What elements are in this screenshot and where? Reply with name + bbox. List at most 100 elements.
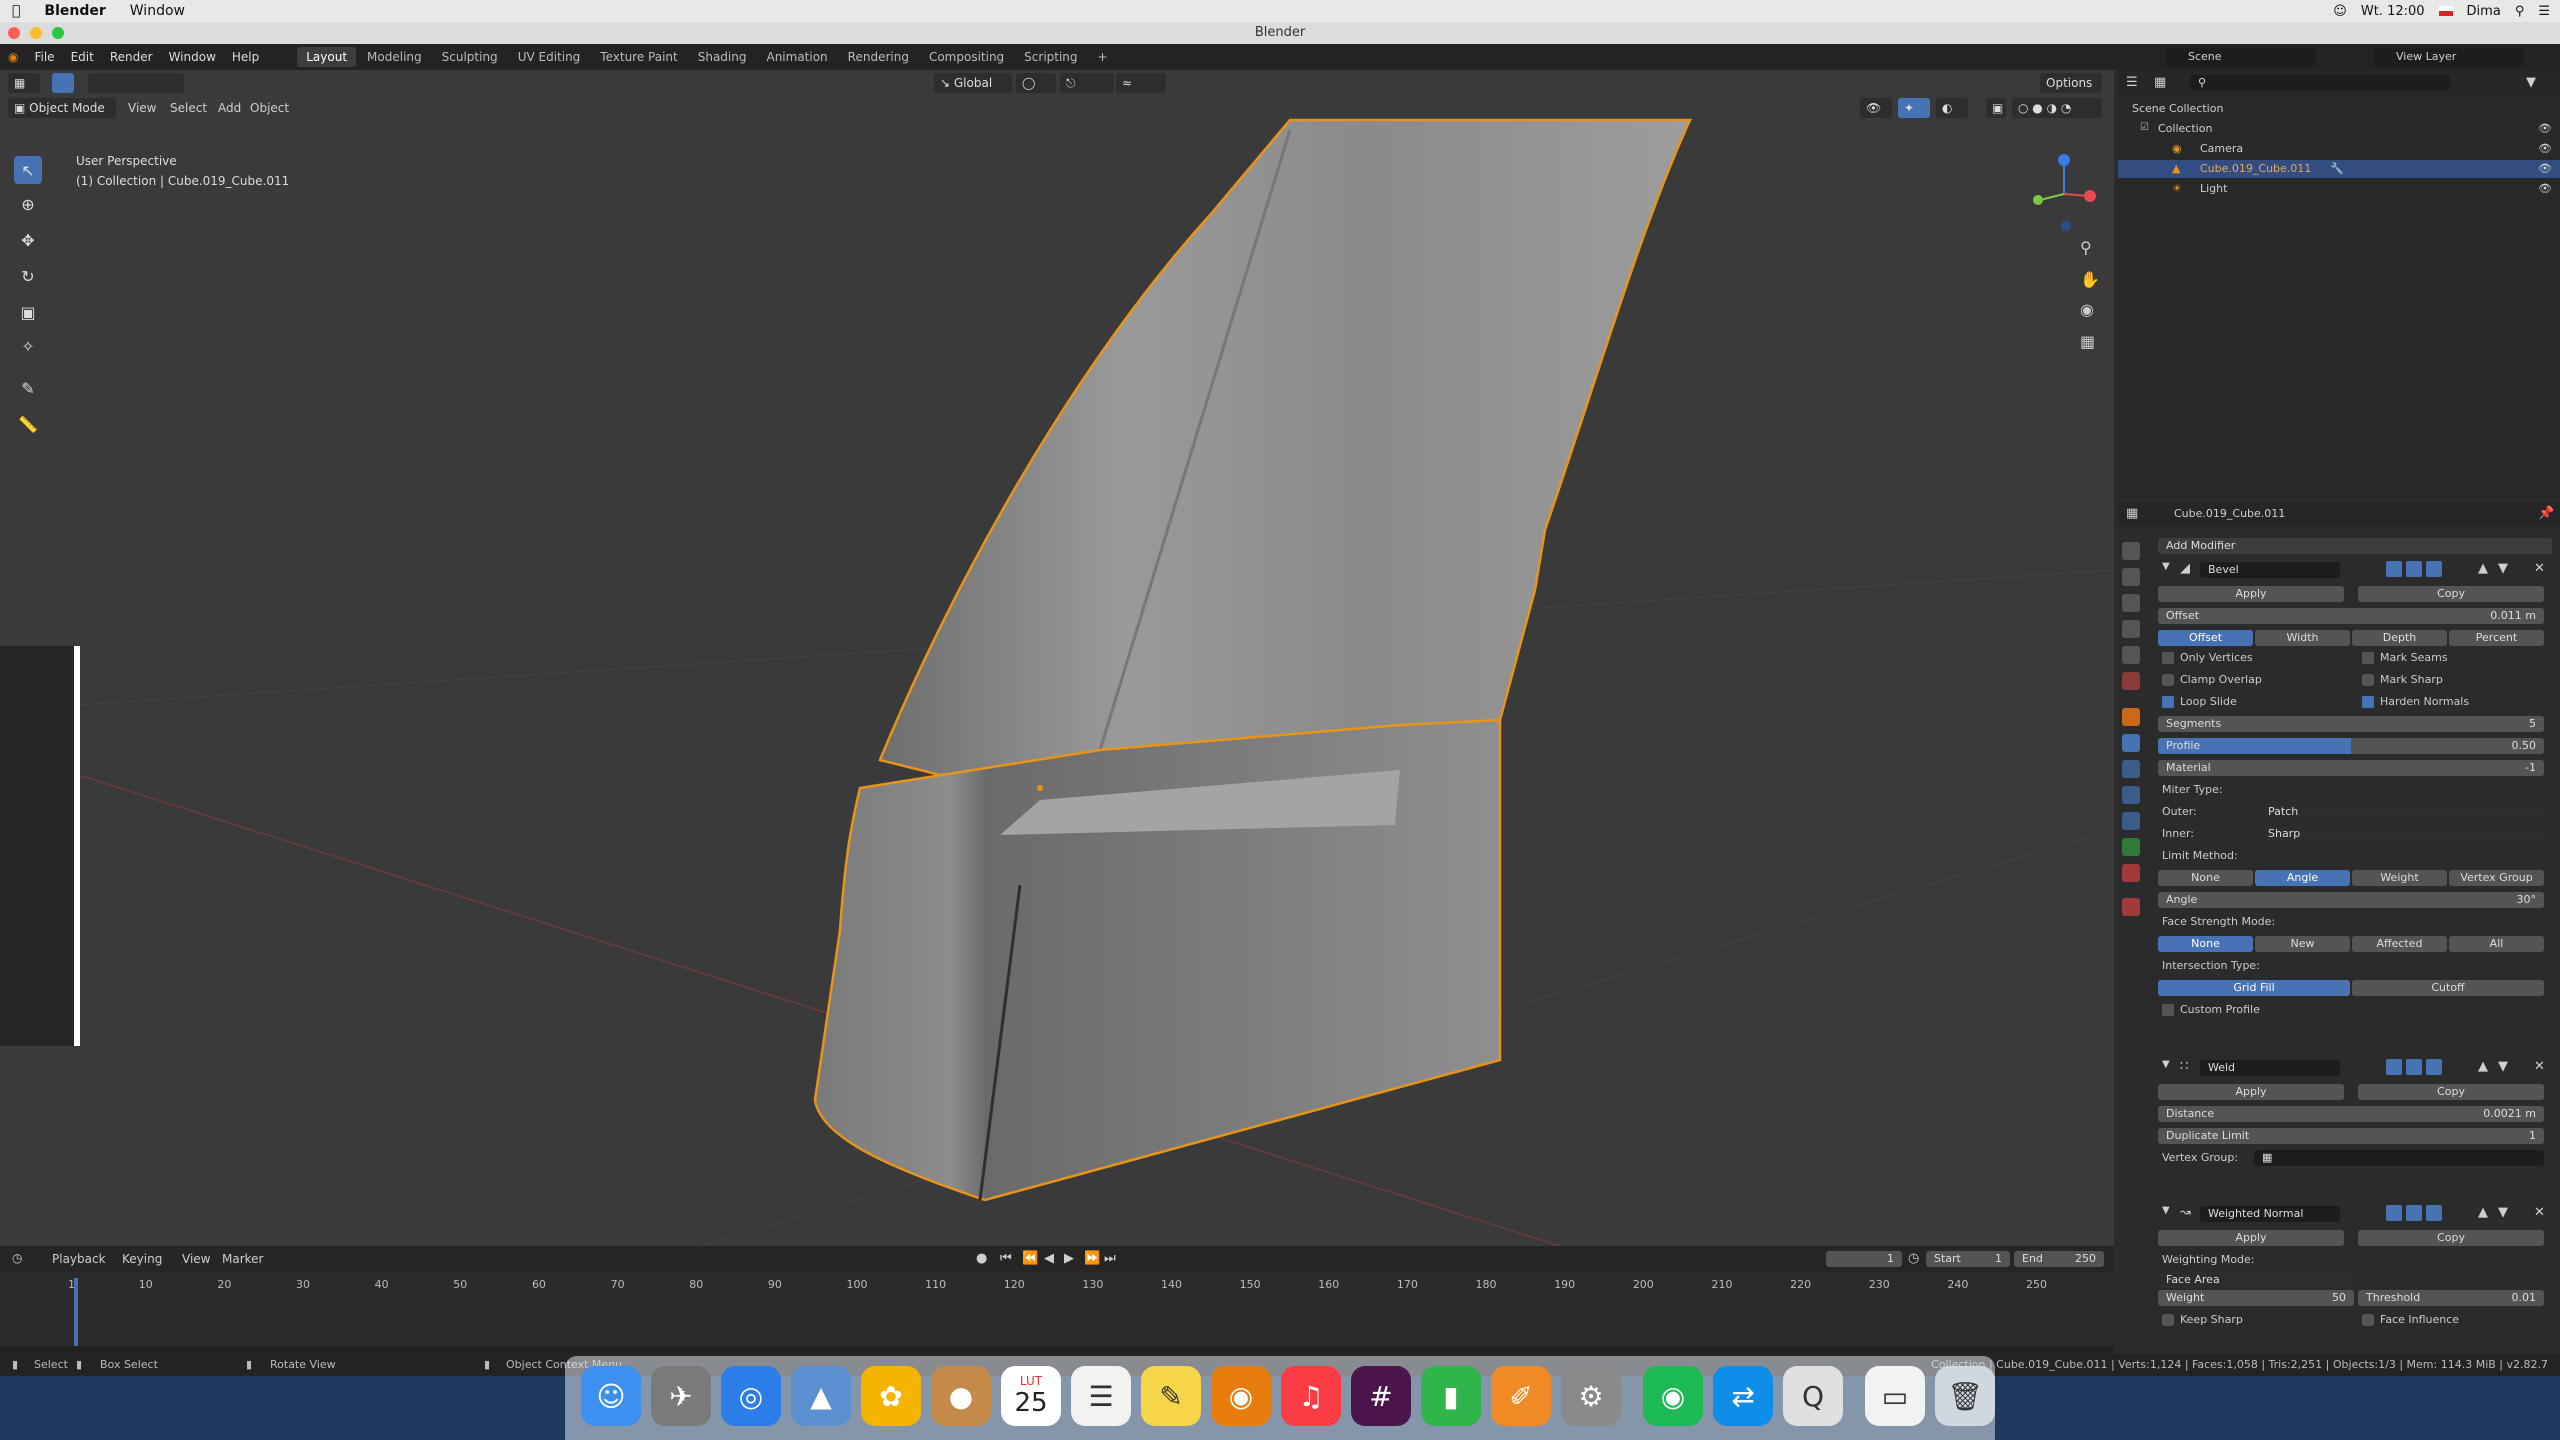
- trash-icon[interactable]: 🗑: [1935, 1366, 1995, 1426]
- menu-object[interactable]: Object: [250, 101, 289, 115]
- gizmo-toggle[interactable]: ✦: [1898, 98, 1930, 118]
- move-up-icon[interactable]: ▲: [2478, 561, 2488, 576]
- notes-icon[interactable]: ✎: [1141, 1366, 1201, 1426]
- clock-icon[interactable]: ◷: [1908, 1251, 1919, 1266]
- user-name[interactable]: Dima: [2467, 4, 2501, 19]
- outliner-row-camera[interactable]: Camera: [2200, 142, 2243, 155]
- properties-editor-icon[interactable]: ▦: [2126, 506, 2138, 521]
- weld-copy-button[interactable]: Copy: [2358, 1084, 2544, 1100]
- mesh-upper-part[interactable]: [878, 118, 1692, 802]
- safari-icon[interactable]: ◎: [721, 1366, 781, 1426]
- keep-sharp-checkbox[interactable]: [2162, 1314, 2174, 1326]
- filter-icon[interactable]: ▼: [2526, 75, 2536, 90]
- current-frame-field[interactable]: 1: [1826, 1251, 1902, 1267]
- flag-icon[interactable]: [2438, 6, 2453, 16]
- scene-selector[interactable]: Scene: [2166, 48, 2316, 66]
- harden-normals-checkbox[interactable]: [2362, 696, 2374, 708]
- music-icon[interactable]: ♫: [1281, 1366, 1341, 1426]
- menu-edit[interactable]: Edit: [63, 50, 102, 64]
- system-preferences-icon[interactable]: ⚙: [1561, 1366, 1621, 1426]
- render-toggle-icon[interactable]: [2426, 1059, 2442, 1075]
- side-panel-stub[interactable]: [0, 646, 80, 1046]
- xray-toggle[interactable]: ▣: [1986, 98, 2006, 118]
- menu-select[interactable]: Select: [170, 101, 207, 115]
- menu-file[interactable]: File: [26, 50, 62, 64]
- numbers-icon[interactable]: ▮: [1421, 1366, 1481, 1426]
- menu-keying[interactable]: Keying: [122, 1252, 162, 1266]
- photos-icon[interactable]: ✿: [861, 1366, 921, 1426]
- viewport-toggle-icon[interactable]: [2406, 1205, 2422, 1221]
- output-tab-icon[interactable]: [2122, 594, 2140, 612]
- viewport-toggle-icon[interactable]: [2406, 1059, 2422, 1075]
- mark-sharp-checkbox[interactable]: [2362, 674, 2374, 686]
- width-type-offset[interactable]: Offset: [2158, 630, 2253, 646]
- weighted-apply-button[interactable]: Apply: [2158, 1230, 2344, 1246]
- duplicate-limit-field[interactable]: Duplicate Limit 1: [2158, 1128, 2544, 1144]
- eye-icon[interactable]: 👁: [2538, 162, 2552, 175]
- timeline-ruler[interactable]: 1 10 20 30 40 50 60 70 80 90 100 110 120 130 140 150 160…: [0, 1276, 2114, 1296]
- world-tab-icon[interactable]: [2122, 672, 2140, 690]
- tab-scripting[interactable]: Scripting: [1015, 47, 1086, 67]
- outliner-editor-icon[interactable]: ☰: [2126, 75, 2138, 90]
- close-button[interactable]: [8, 27, 20, 39]
- move-down-icon[interactable]: ▼: [2498, 1059, 2508, 1074]
- material-field[interactable]: Material -1: [2158, 760, 2544, 776]
- wifi-icon[interactable]: ☺: [2333, 4, 2347, 19]
- tab-shading[interactable]: Shading: [689, 47, 756, 67]
- face-strength-all[interactable]: All: [2449, 936, 2544, 952]
- camera-view-icon[interactable]: ◉: [2080, 300, 2094, 319]
- outliner-row-scene-collection[interactable]: Scene Collection: [2132, 102, 2223, 115]
- reminders-icon[interactable]: ☰: [1071, 1366, 1131, 1426]
- edit-mode-toggle-icon[interactable]: [2386, 1205, 2402, 1221]
- bevel-apply-button[interactable]: Apply: [2158, 586, 2344, 602]
- object-tab-icon[interactable]: [2122, 708, 2140, 726]
- select-mode-buttons[interactable]: [88, 73, 184, 93]
- editor-type-button[interactable]: ▦: [8, 73, 40, 93]
- start-frame-field[interactable]: Start 1: [1926, 1251, 2010, 1267]
- face-strength-none[interactable]: None: [2158, 936, 2253, 952]
- profile-slider[interactable]: Profile 0.50: [2158, 738, 2544, 754]
- add-workspace-button[interactable]: +: [1089, 47, 1117, 67]
- menu-playback[interactable]: Playback: [52, 1252, 106, 1266]
- menu-window[interactable]: Window: [161, 50, 224, 64]
- outliner-row-collection[interactable]: Collection: [2158, 122, 2212, 135]
- bevel-name-field[interactable]: Bevel: [2200, 562, 2340, 578]
- tab-layout[interactable]: Layout: [297, 47, 357, 67]
- control-center-icon[interactable]: ☰: [2538, 4, 2550, 19]
- width-type-width[interactable]: Width: [2255, 630, 2350, 646]
- custom-profile-checkbox[interactable]: [2162, 1004, 2174, 1016]
- calendar-icon[interactable]: LUT 25: [1001, 1366, 1061, 1426]
- collapse-icon[interactable]: ▼: [2162, 561, 2170, 572]
- qreate-icon[interactable]: Q: [1783, 1366, 1843, 1426]
- navigation-gizmo[interactable]: [2024, 152, 2104, 232]
- eye-icon[interactable]: 👁: [2538, 142, 2552, 155]
- jump-end-icon[interactable]: ⏭: [1104, 1251, 1116, 1266]
- threshold-field[interactable]: Threshold 0.01: [2358, 1290, 2544, 1306]
- launchpad-icon[interactable]: ✈: [651, 1366, 711, 1426]
- data-tab-icon[interactable]: [2122, 838, 2140, 856]
- eye-icon[interactable]: 👁: [2538, 182, 2552, 195]
- material-tab-icon[interactable]: [2122, 864, 2140, 882]
- weld-apply-button[interactable]: Apply: [2158, 1084, 2344, 1100]
- weld-distance-field[interactable]: Distance 0.0021 m: [2158, 1106, 2544, 1122]
- snap-toggle[interactable]: ⎋: [1060, 73, 1114, 93]
- finder-icon[interactable]: ☺: [581, 1366, 641, 1426]
- weighting-mode-dropdown[interactable]: Face Area: [2158, 1272, 2354, 1288]
- collection-checkbox-icon[interactable]: ☑: [2140, 122, 2149, 133]
- limit-angle[interactable]: Angle: [2255, 870, 2350, 886]
- pages-icon[interactable]: ✐: [1491, 1366, 1551, 1426]
- outliner-row-cube[interactable]: Cube.019_Cube.011: [2200, 162, 2311, 175]
- face-strength-affected[interactable]: Affected: [2352, 936, 2447, 952]
- pan-hand-icon[interactable]: ✋: [2080, 270, 2100, 289]
- scene-tab-icon[interactable]: [2122, 646, 2140, 664]
- blender-icon[interactable]: ◉: [1211, 1366, 1271, 1426]
- move-tool-icon[interactable]: ✥: [14, 226, 42, 254]
- select-box-icon[interactable]: [52, 73, 74, 93]
- viewport-toggle-icon[interactable]: [2406, 561, 2422, 577]
- end-frame-field[interactable]: End 250: [2014, 1251, 2104, 1267]
- overlay-toggle[interactable]: ◐: [1936, 98, 1968, 118]
- constraints-tab-icon[interactable]: [2122, 812, 2140, 830]
- blender-logo-icon[interactable]: ◉: [0, 50, 26, 64]
- bevel-copy-button[interactable]: Copy: [2358, 586, 2544, 602]
- record-icon[interactable]: ●: [976, 1251, 987, 1266]
